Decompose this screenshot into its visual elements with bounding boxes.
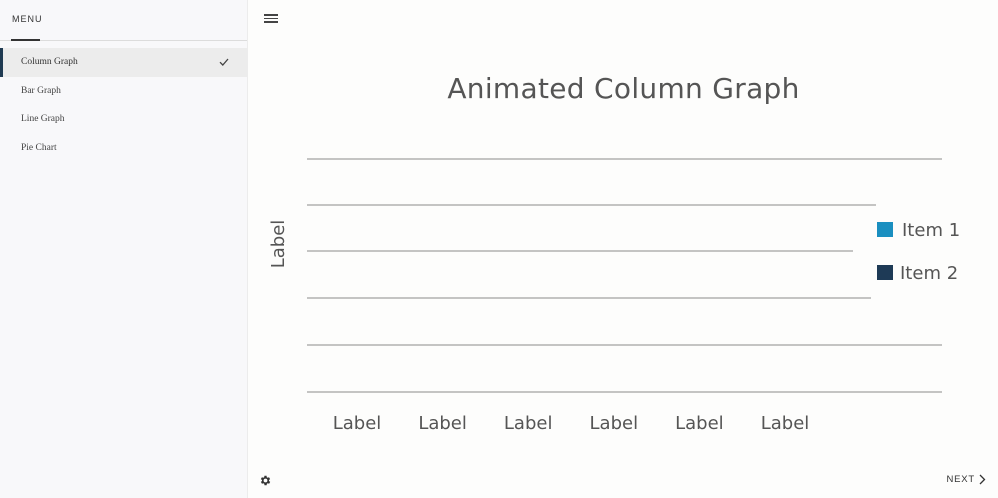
column-chart: Label Label Label Label Label Label Label Item …	[268, 158, 960, 434]
sidebar-item-bar-graph[interactable]: Bar Graph	[0, 77, 247, 106]
sidebar-item-label: Bar Graph	[21, 85, 61, 96]
menu-header: MENU	[0, 0, 247, 41]
x-tick-label: Label	[761, 413, 810, 434]
legend-swatch	[877, 222, 893, 237]
legend-swatch	[877, 265, 893, 280]
chevron-right-icon	[979, 474, 986, 485]
main-content: Animated Column Graph Label Label Label Lab…	[249, 0, 998, 498]
menu-underline	[11, 39, 40, 41]
y-axis-label: Label	[268, 220, 289, 269]
legend-label: Item 1	[902, 220, 960, 241]
menu-list: Column Graph Bar Graph Line Graph Pie Ch…	[0, 48, 247, 162]
sidebar-item-column-graph[interactable]: Column Graph	[0, 48, 247, 77]
x-tick-label: Label	[418, 413, 467, 434]
sidebar-item-label: Line Graph	[21, 114, 65, 124]
legend-label: Item 2	[900, 263, 958, 284]
sidebar-item-pie-chart[interactable]: Pie Chart	[0, 134, 247, 163]
x-tick-label: Label	[675, 413, 724, 434]
x-tick-label: Label	[504, 413, 553, 434]
check-icon	[219, 58, 229, 66]
next-button[interactable]: NEXT	[946, 474, 986, 485]
next-label: NEXT	[946, 474, 975, 485]
x-tick-label: Label	[333, 413, 382, 434]
x-tick-label: Label	[590, 413, 639, 434]
menu-title: MENU	[12, 14, 43, 24]
sidebar-item-line-graph[interactable]: Line Graph	[0, 105, 247, 134]
gear-icon[interactable]	[259, 474, 272, 487]
sidebar-item-label: Column Graph	[21, 57, 78, 67]
sidebar: MENU Column Graph Bar Graph Line Graph P…	[0, 0, 248, 498]
sidebar-item-label: Pie Chart	[21, 142, 57, 153]
